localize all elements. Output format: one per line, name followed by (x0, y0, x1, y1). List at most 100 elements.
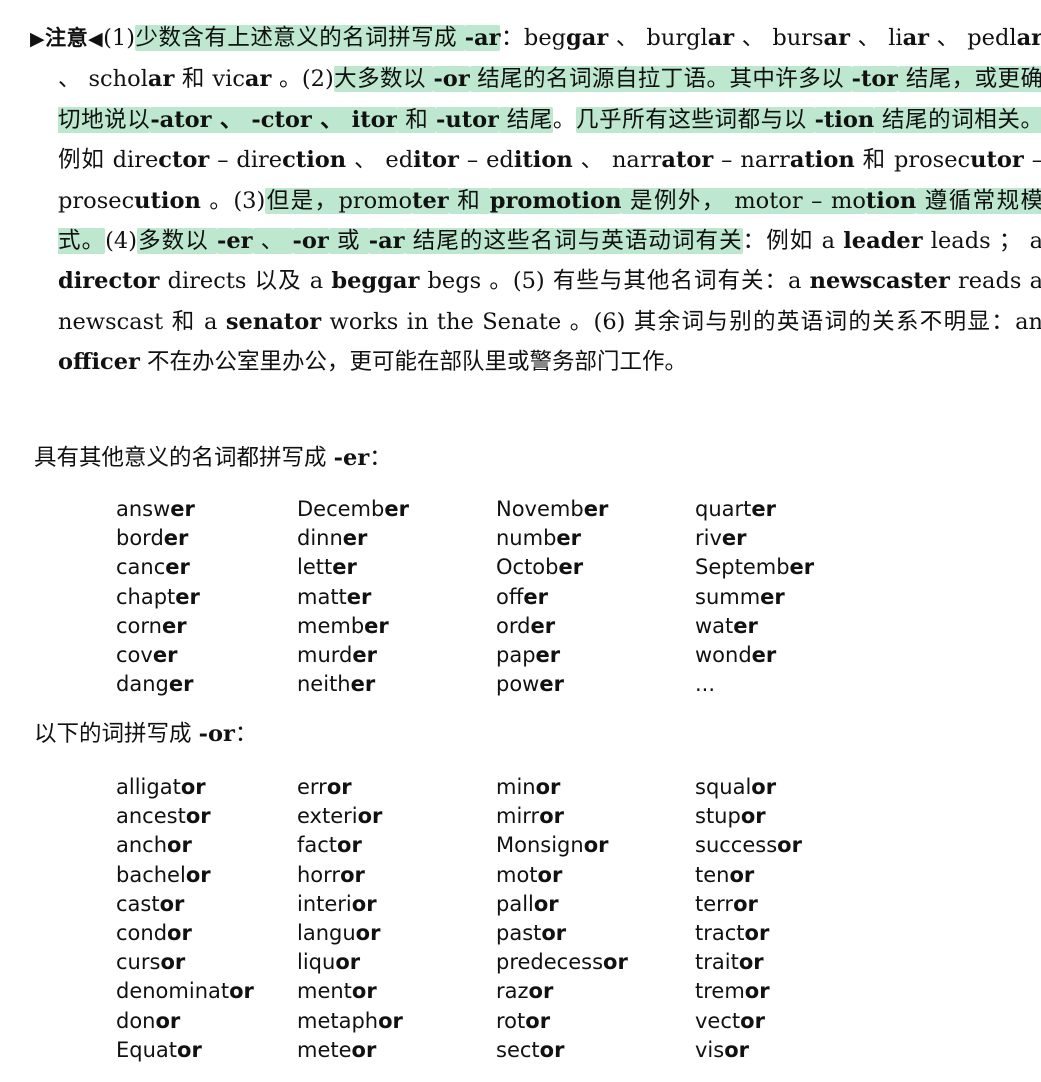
note-text: newscaster (809, 268, 950, 295)
word-entry: denominator (116, 979, 254, 1004)
word-entry: neither (297, 672, 376, 697)
word-entry: river (695, 526, 747, 551)
word-entry: predecessor (496, 950, 628, 975)
highlighted-text: 结尾的名词源自拉丁语。其中许多以 (469, 66, 852, 93)
document-page: ▶注意◀(1)少数含有上述意义的名词拼写成 -ar：beggar 、 burgl… (0, 0, 1041, 1082)
word-entry: condor (116, 921, 192, 946)
word-entry: motor (496, 862, 563, 887)
word-entry: exterior (297, 804, 383, 829)
note-text: (4) (105, 228, 138, 255)
highlighted-text: 结尾 (498, 106, 553, 133)
word-entry: tremor (695, 979, 770, 1004)
note-text: beggar (331, 268, 420, 295)
note-text: ：例如 a (742, 228, 844, 255)
word-entry: error (297, 775, 352, 799)
note-text: 、 burs (734, 25, 824, 51)
highlighted-text: -tion (814, 106, 875, 133)
note-text: ction (282, 147, 347, 174)
triangle-left-icon: ◀ (88, 28, 104, 50)
word-entry: corner (116, 613, 187, 638)
word-entry: metaphor (297, 1008, 403, 1033)
word-entry: chapter (116, 584, 200, 609)
highlighted-text: 几乎所有这些词都与以 (575, 106, 815, 133)
word-entry: sector (496, 1037, 565, 1062)
highlighted-text: -ar (464, 25, 501, 51)
word-entry: November (496, 497, 609, 521)
note-text: 。(3) (200, 187, 266, 214)
word-entry: tenor (695, 862, 755, 887)
word-entry: September (695, 555, 815, 580)
word-entry: danger (116, 672, 194, 697)
word-entry: mentor (297, 979, 377, 1004)
word-entry: meteor (297, 1037, 377, 1062)
note-text: 、 burgl (608, 25, 708, 51)
word-entry: water (695, 613, 758, 638)
note-text: directs 以及 a (159, 268, 332, 295)
highlighted-text: -or (433, 66, 470, 93)
word-entry: razor (496, 979, 554, 1004)
word-entry: vector (695, 1008, 765, 1033)
word-entry: cover (116, 643, 178, 668)
highlighted-text: 结尾的这些名词与英语动词有关 (404, 228, 743, 255)
or-intro-text: 以下的词拼写成 (34, 721, 192, 747)
word-entry: October (496, 555, 584, 580)
word-entry: languor (297, 921, 381, 946)
word-entry: factor (297, 833, 362, 858)
note-text: utor (970, 147, 1024, 174)
note-text: 。(2) (271, 66, 334, 93)
word-entry: squalor (695, 775, 777, 799)
word-entry: horror (297, 862, 365, 887)
word-entry: mirror (496, 804, 564, 829)
word-entry: paper (496, 643, 561, 668)
word-entry: December (297, 497, 409, 521)
highlighted-text: -ator 、 -ctor 、 itor (150, 106, 398, 133)
word-entry: interior (297, 891, 377, 916)
highlighted-text: 是例外， motor – mo (621, 187, 866, 214)
note-text: (1) (103, 25, 136, 51)
word-entry: terror (695, 891, 758, 916)
word-entry: alligator (116, 775, 206, 799)
note-text: ar (902, 25, 930, 51)
highlighted-text: -tor (851, 66, 899, 93)
note-text: ar (1016, 25, 1041, 51)
er-word-list: answer December November quarter border dinne… (116, 495, 895, 699)
triangle-right-icon: ▶ (30, 28, 46, 50)
word-entry: Monsignor (496, 833, 609, 858)
note-text: 、 pedl (929, 25, 1017, 51)
word-entry: cancer (116, 555, 190, 580)
or-suffix: -or (198, 721, 235, 747)
note-text: ar (707, 25, 735, 51)
word-entry: order (496, 613, 556, 638)
note-text: ar (147, 66, 175, 93)
highlighted-text: 和 (448, 187, 490, 214)
word-entry: ... (695, 672, 716, 697)
highlighted-text: 但是，promo (265, 187, 413, 214)
highlighted-text: 少数含有上述意义的名词拼写成 (135, 25, 465, 51)
highlighted-text: -er (217, 228, 253, 255)
er-suffix: -er (333, 445, 370, 471)
word-entry: letter (297, 555, 357, 580)
note-text: 和 prosec (854, 147, 971, 174)
note-text: senator (225, 308, 322, 335)
note-text: ctor (158, 147, 210, 174)
note-text: 、 narr (572, 147, 662, 174)
note-text: ar (823, 25, 850, 51)
highlighted-text: ter (412, 187, 449, 214)
word-entry: visor (695, 1037, 749, 1062)
note-text: ar (244, 66, 272, 93)
word-entry: ancestor (116, 804, 211, 829)
highlighted-text: -ar (368, 228, 405, 255)
highlighted-text: 、 (252, 228, 293, 255)
note-body: (1)少数含有上述意义的名词拼写成 -ar：beggar 、 burglar 、… (58, 25, 1041, 375)
note-text: – ed (458, 147, 514, 174)
word-entry: anchor (116, 833, 192, 858)
highlighted-text: 和 (397, 106, 437, 133)
note-text: 不在办公室里办公，更可能在部队里或警务部门工作。 (139, 349, 688, 376)
word-entry: quarter (695, 497, 776, 521)
note-paragraph: ▶注意◀(1)少数含有上述意义的名词拼写成 -ar：beggar 、 burgl… (30, 18, 1041, 383)
word-entry: stupor (695, 804, 766, 829)
word-entry: donor (116, 1008, 181, 1033)
note-text: 、 schol (58, 66, 148, 93)
highlighted-text: 多数以 (137, 228, 217, 255)
er-intro: 具有其他意义的名词都拼写成 -er： (34, 440, 392, 472)
